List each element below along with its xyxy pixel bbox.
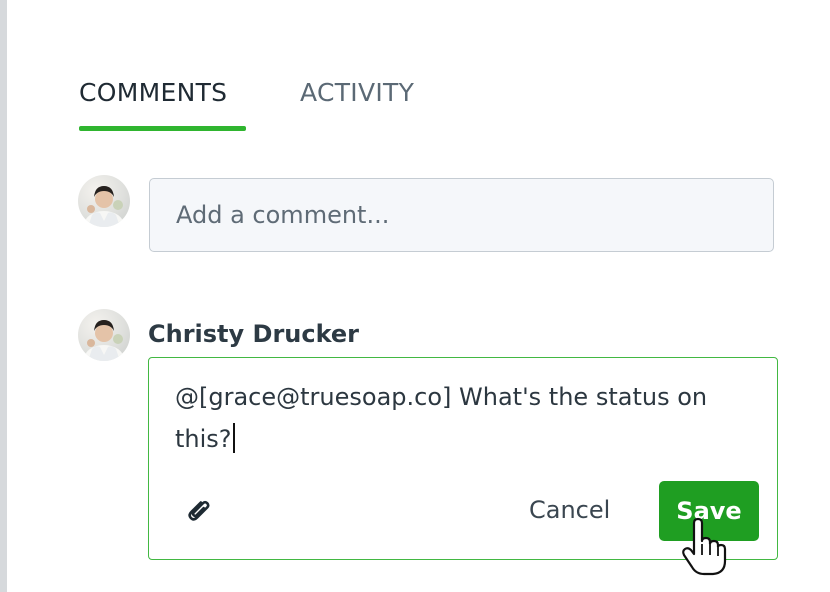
paperclip-icon[interactable] (181, 494, 215, 528)
add-comment-input[interactable] (149, 178, 774, 252)
panel-divider (0, 0, 7, 592)
user-photo-icon (84, 320, 124, 361)
tab-comments[interactable]: COMMENTS (79, 74, 227, 112)
avatar (78, 309, 130, 361)
avatar (78, 175, 130, 227)
comment-draft-text: @[grace@truesoap.co] What's the status o… (175, 383, 708, 453)
comment-draft[interactable]: @[grace@truesoap.co] What's the status o… (175, 376, 755, 460)
save-button[interactable]: Save (659, 481, 759, 541)
text-caret (232, 423, 235, 453)
comment-editor[interactable]: @[grace@truesoap.co] What's the status o… (148, 357, 778, 560)
active-tab-indicator (79, 126, 246, 131)
comments-panel: COMMENTS ACTIVITY Christy Drucker @[grac… (0, 0, 830, 592)
comment-author: Christy Drucker (148, 320, 360, 348)
tab-activity[interactable]: ACTIVITY (300, 74, 414, 112)
cancel-button[interactable]: Cancel (519, 488, 620, 532)
user-photo-icon (84, 186, 124, 227)
